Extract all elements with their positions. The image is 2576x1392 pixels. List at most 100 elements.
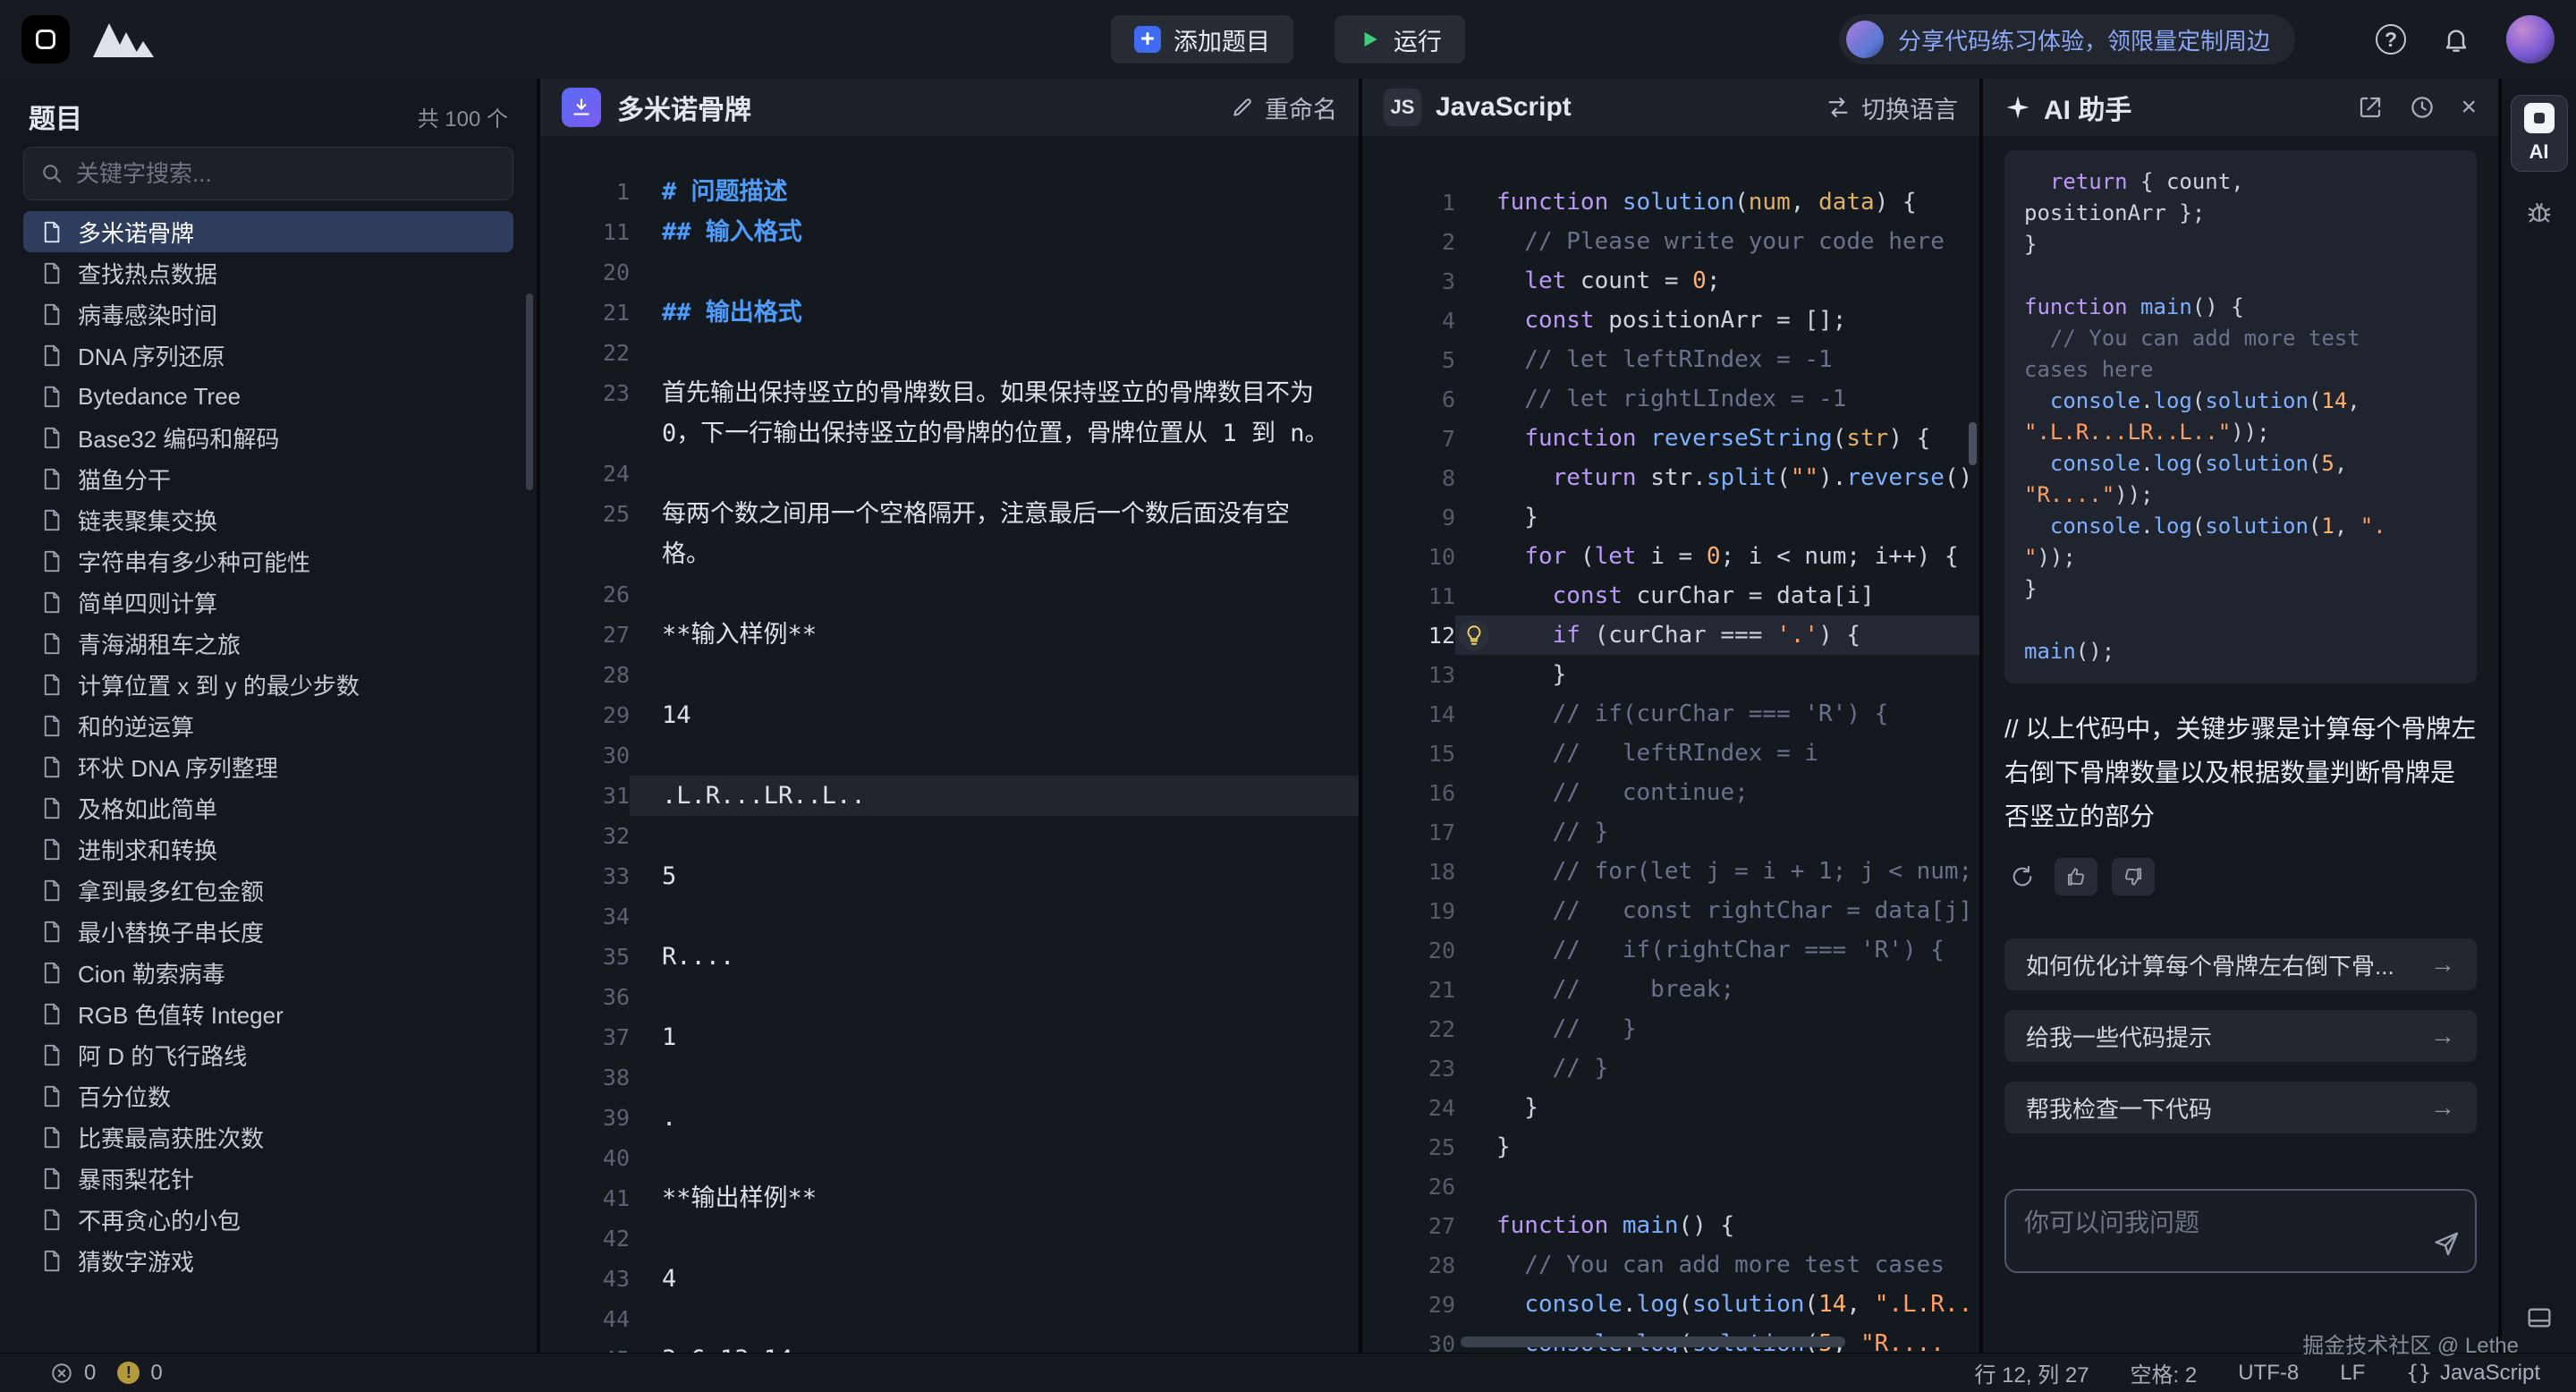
ai-input-box[interactable] <box>2004 1189 2477 1273</box>
thumbs-down-button[interactable] <box>2112 858 2155 895</box>
code-line[interactable]: 1function solution(num, data) { <box>1362 182 1979 222</box>
sidebar-item[interactable]: 链表聚集交换 <box>23 499 513 540</box>
debug-bug-icon[interactable] <box>2525 199 2554 232</box>
code-line[interactable]: 17 // } <box>1362 812 1979 852</box>
problem-editor[interactable]: 1# 问题描述11## 输入格式2021## 输出格式2223首先输出保持竖立的… <box>540 136 1359 1353</box>
code-line[interactable]: 20 // if(rightChar === 'R') { <box>1362 930 1979 970</box>
user-avatar[interactable] <box>2506 15 2555 64</box>
md-editor-line[interactable]: 31.L.R...LR..L.. <box>540 776 1359 816</box>
close-icon[interactable]: × <box>2461 94 2477 121</box>
switch-language-button[interactable]: 切换语言 <box>1826 90 1958 125</box>
sidebar-item[interactable]: 和的逆运算 <box>23 705 513 746</box>
sidebar-item[interactable]: DNA 序列还原 <box>23 335 513 376</box>
eol-setting[interactable]: LF <box>2340 1361 2365 1386</box>
code-line[interactable]: 3 let count = 0; <box>1362 261 1979 301</box>
md-editor-line[interactable]: 26 <box>540 574 1359 615</box>
code-line[interactable]: 18 // for(let j = i + 1; j < num; <box>1362 852 1979 891</box>
sidebar-item[interactable]: Base32 编码和解码 <box>23 417 513 458</box>
sidebar-item[interactable]: 百分位数 <box>23 1075 513 1116</box>
code-line[interactable]: 29 console.log(solution(14, ".L.R.. <box>1362 1285 1979 1324</box>
sidebar-item[interactable]: 及格如此简单 <box>23 787 513 828</box>
ai-suggestion-button[interactable]: 如何优化计算每个骨牌左右倒下骨...→ <box>2004 938 2477 990</box>
ai-assistant-toggle[interactable]: AI <box>2511 95 2568 172</box>
md-editor-line[interactable]: 42 <box>540 1218 1359 1259</box>
sidebar-item[interactable]: 暴雨梨花针 <box>23 1158 513 1199</box>
language-mode[interactable]: {} JavaScript <box>2406 1361 2540 1386</box>
code-line[interactable]: 24 } <box>1362 1088 1979 1127</box>
sidebar-item[interactable]: 多米诺骨牌 <box>23 211 513 252</box>
md-editor-line[interactable]: 34 <box>540 896 1359 937</box>
notifications-bell-icon[interactable] <box>2442 25 2470 54</box>
sidebar-item[interactable]: 猫鱼分干 <box>23 458 513 499</box>
md-editor-line[interactable]: 25每两个数之间用一个空格隔开，注意最后一个数后面没有空 <box>540 494 1359 534</box>
code-line[interactable]: 26 <box>1362 1167 1979 1206</box>
brand-mountain-logo-icon[interactable] <box>91 20 156 59</box>
indent-setting[interactable]: 空格: 2 <box>2131 1357 2198 1388</box>
code-line[interactable]: 13 } <box>1362 655 1979 694</box>
code-horizontal-scrollbar[interactable] <box>1461 1337 1845 1347</box>
code-line[interactable]: 6 // let rightLIndex = -1 <box>1362 379 1979 419</box>
code-line[interactable]: 10 for (let i = 0; i < num; i++) { <box>1362 537 1979 576</box>
md-editor-line[interactable]: 335 <box>540 856 1359 896</box>
ai-suggestion-button[interactable]: 给我一些代码提示→ <box>2004 1010 2477 1062</box>
md-editor-line[interactable]: 27**输入样例** <box>540 615 1359 655</box>
md-editor-line[interactable]: 24 <box>540 454 1359 494</box>
code-line[interactable]: 28 // You can add more test cases <box>1362 1245 1979 1285</box>
ai-input[interactable] <box>2024 1203 2418 1259</box>
sidebar-item[interactable]: 阿 D 的飞行路线 <box>23 1034 513 1075</box>
md-editor-line[interactable]: 22 <box>540 333 1359 373</box>
md-editor-line[interactable]: 371 <box>540 1017 1359 1057</box>
sidebar-item[interactable]: 病毒感染时间 <box>23 293 513 335</box>
code-line[interactable]: 9 } <box>1362 497 1979 537</box>
code-line[interactable]: 2 // Please write your code here <box>1362 222 1979 261</box>
sidebar-item[interactable]: Bytedance Tree <box>23 376 513 417</box>
code-line[interactable]: 21 // break; <box>1362 970 1979 1009</box>
sidebar-item[interactable]: 进制求和转换 <box>23 828 513 870</box>
sidebar-item[interactable]: 青海湖租车之旅 <box>23 623 513 664</box>
rename-button[interactable]: 重命名 <box>1231 90 1337 125</box>
code-line[interactable]: 12 if (curChar === '.') { <box>1362 615 1979 655</box>
sidebar-item[interactable]: 字符串有多少种可能性 <box>23 540 513 581</box>
md-editor-line[interactable]: 28 <box>540 655 1359 695</box>
md-editor-line[interactable]: 2914 <box>540 695 1359 735</box>
send-icon[interactable] <box>2432 1229 2461 1262</box>
md-editor-line[interactable]: 23首先输出保持竖立的骨牌数目。如果保持竖立的骨牌数目不为 <box>540 373 1359 413</box>
code-line[interactable]: 7 function reverseString(str) { <box>1362 419 1979 458</box>
md-editor-line[interactable]: 434 <box>540 1259 1359 1299</box>
run-button[interactable]: 运行 <box>1335 15 1465 64</box>
code-editor[interactable]: 1function solution(num, data) {2 // Plea… <box>1362 136 1979 1353</box>
md-editor-line[interactable]: 1# 问题描述 <box>540 172 1359 212</box>
sidebar-item[interactable]: Cion 勒索病毒 <box>23 952 513 993</box>
code-line[interactable]: 27function main() { <box>1362 1206 1979 1245</box>
md-editor-line[interactable]: 21## 输出格式 <box>540 293 1359 333</box>
encoding[interactable]: UTF-8 <box>2238 1361 2299 1386</box>
help-icon[interactable]: ? <box>2376 24 2406 55</box>
code-line[interactable]: 14 // if(curChar === 'R') { <box>1362 694 1979 734</box>
md-editor-line[interactable]: 40 <box>540 1138 1359 1178</box>
md-editor-line[interactable]: 39. <box>540 1098 1359 1138</box>
code-line[interactable]: 11 const curChar = data[i] <box>1362 576 1979 615</box>
md-editor-line[interactable]: 32 <box>540 816 1359 856</box>
sidebar-item[interactable]: 最小替换子串长度 <box>23 911 513 952</box>
sidebar-item[interactable]: RGB 色值转 Integer <box>23 993 513 1034</box>
md-editor-line[interactable]: 格。 <box>540 534 1359 574</box>
code-line[interactable]: 19 // const rightChar = data[j] <box>1362 891 1979 930</box>
sidebar-item[interactable]: 查找热点数据 <box>23 252 513 293</box>
md-editor-line[interactable]: 11## 输入格式 <box>540 212 1359 252</box>
code-vertical-scrollbar[interactable] <box>1969 422 1977 465</box>
md-editor-line[interactable]: 38 <box>540 1057 1359 1098</box>
search-input[interactable] <box>76 160 496 188</box>
sidebar-item[interactable]: 拿到最多红包金额 <box>23 870 513 911</box>
search-box[interactable] <box>23 147 513 200</box>
regenerate-button[interactable] <box>2004 858 2040 895</box>
sidebar-item[interactable]: 猜数字游戏 <box>23 1240 513 1281</box>
cursor-position[interactable]: 行 12, 列 27 <box>1974 1357 2089 1388</box>
md-editor-line[interactable]: 30 <box>540 735 1359 776</box>
code-line[interactable]: 15 // leftRIndex = i <box>1362 734 1979 773</box>
promo-banner[interactable]: 分享代码练习体验，领限量定制周边 <box>1839 14 2295 64</box>
code-line[interactable]: 23 // } <box>1362 1048 1979 1088</box>
code-line[interactable]: 16 // continue; <box>1362 773 1979 812</box>
history-clock-icon[interactable] <box>2409 94 2436 121</box>
code-line[interactable]: 22 // } <box>1362 1009 1979 1048</box>
md-editor-line[interactable]: 453 6 13 14 <box>540 1339 1359 1353</box>
